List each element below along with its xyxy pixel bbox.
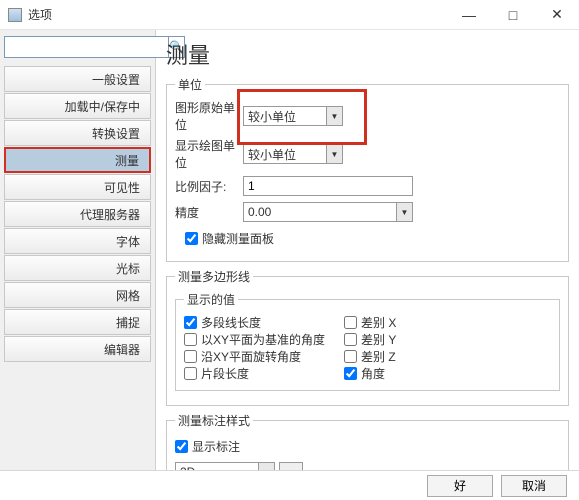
values-legend: 显示的值 bbox=[184, 291, 238, 308]
sidebar: 🔍 一般设置加载中/保存中转换设置测量可见性代理服务器字体光标网格捕捉编辑器 bbox=[0, 30, 156, 470]
ok-button[interactable]: 好 bbox=[427, 475, 493, 497]
chevron-down-icon: ▼ bbox=[326, 145, 342, 163]
scale-input[interactable] bbox=[243, 176, 413, 196]
display-unit-label: 显示绘图单位 bbox=[175, 137, 243, 171]
sidebar-item-4[interactable]: 可见性 bbox=[4, 174, 151, 200]
display-unit-value: 较小单位 bbox=[244, 146, 326, 163]
rot-angle-checkbox[interactable]: 沿XY平面旋转角度 bbox=[184, 348, 344, 365]
diff-y-checkbox[interactable]: 差别 Y bbox=[344, 331, 396, 348]
angle-checkbox[interactable]: 角度 bbox=[344, 365, 385, 382]
units-group: 单位 图形原始单位 较小单位 ▼ 显示绘图单位 较小单位 ▼ bbox=[166, 76, 569, 262]
sidebar-item-3[interactable]: 测量 bbox=[4, 147, 151, 173]
precision-value: 0.00 bbox=[244, 205, 396, 219]
sidebar-item-5[interactable]: 代理服务器 bbox=[4, 201, 151, 227]
footer: 好 取消 bbox=[0, 470, 579, 500]
chevron-down-icon: ▼ bbox=[258, 463, 274, 470]
dim-mode-combo[interactable]: 2D ▼ bbox=[175, 462, 275, 470]
sidebar-item-1[interactable]: 加载中/保存中 bbox=[4, 93, 151, 119]
cancel-button[interactable]: 取消 bbox=[501, 475, 567, 497]
sidebar-item-6[interactable]: 字体 bbox=[4, 228, 151, 254]
page-title: 测量 bbox=[166, 38, 569, 70]
units-legend: 单位 bbox=[175, 76, 205, 93]
search-input[interactable] bbox=[4, 36, 169, 58]
sidebar-item-2[interactable]: 转换设置 bbox=[4, 120, 151, 146]
polyline-group: 测量多边形线 显示的值 多段线长度 差别 X 以XY平面为基准的角度 差别 Y … bbox=[166, 268, 569, 406]
chevron-down-icon: ▼ bbox=[396, 203, 412, 221]
diff-z-checkbox[interactable]: 差别 Z bbox=[344, 348, 396, 365]
sidebar-item-10[interactable]: 编辑器 bbox=[4, 336, 151, 362]
dim-mode-value: 2D bbox=[176, 465, 258, 470]
scale-label: 比例因子: bbox=[175, 178, 243, 195]
dimstyle-group: 测量标注样式 显示标注 2D ▼ ... bbox=[166, 412, 569, 470]
polyline-legend: 测量多边形线 bbox=[175, 268, 253, 285]
titlebar: 选项 — □ ✕ bbox=[0, 0, 579, 30]
app-icon bbox=[8, 8, 22, 22]
drawing-unit-combo[interactable]: 较小单位 ▼ bbox=[243, 106, 343, 126]
drawing-unit-value: 较小单位 bbox=[244, 108, 326, 125]
drawing-unit-label: 图形原始单位 bbox=[175, 99, 243, 133]
seg-len-checkbox[interactable]: 多段线长度 bbox=[184, 314, 344, 331]
sidebar-item-0[interactable]: 一般设置 bbox=[4, 66, 151, 92]
window-title: 选项 bbox=[28, 6, 447, 23]
precision-label: 精度 bbox=[175, 204, 243, 221]
maximize-button[interactable]: □ bbox=[491, 0, 535, 30]
values-group: 显示的值 多段线长度 差别 X 以XY平面为基准的角度 差别 Y 沿XY平面旋转… bbox=[175, 291, 560, 391]
sidebar-item-9[interactable]: 捕捉 bbox=[4, 309, 151, 335]
sidebar-item-8[interactable]: 网格 bbox=[4, 282, 151, 308]
show-dim-checkbox[interactable]: 显示标注 bbox=[175, 438, 240, 455]
nav-list: 一般设置加载中/保存中转换设置测量可见性代理服务器字体光标网格捕捉编辑器 bbox=[4, 66, 151, 362]
dimstyle-legend: 测量标注样式 bbox=[175, 412, 253, 429]
close-button[interactable]: ✕ bbox=[535, 0, 579, 30]
minimize-button[interactable]: — bbox=[447, 0, 491, 30]
precision-combo[interactable]: 0.00 ▼ bbox=[243, 202, 413, 222]
content: 测量 单位 图形原始单位 较小单位 ▼ 显示绘图单位 较小单位 ▼ bbox=[156, 30, 579, 470]
seg-length2-checkbox[interactable]: 片段长度 bbox=[184, 365, 344, 382]
xy-angle-checkbox[interactable]: 以XY平面为基准的角度 bbox=[184, 331, 344, 348]
chevron-down-icon: ▼ bbox=[326, 107, 342, 125]
diff-x-checkbox[interactable]: 差别 X bbox=[344, 314, 396, 331]
dim-more-button[interactable]: ... bbox=[279, 462, 303, 470]
hide-panel-checkbox[interactable]: 隐藏测量面板 bbox=[185, 230, 274, 247]
display-unit-combo[interactable]: 较小单位 ▼ bbox=[243, 144, 343, 164]
sidebar-item-7[interactable]: 光标 bbox=[4, 255, 151, 281]
